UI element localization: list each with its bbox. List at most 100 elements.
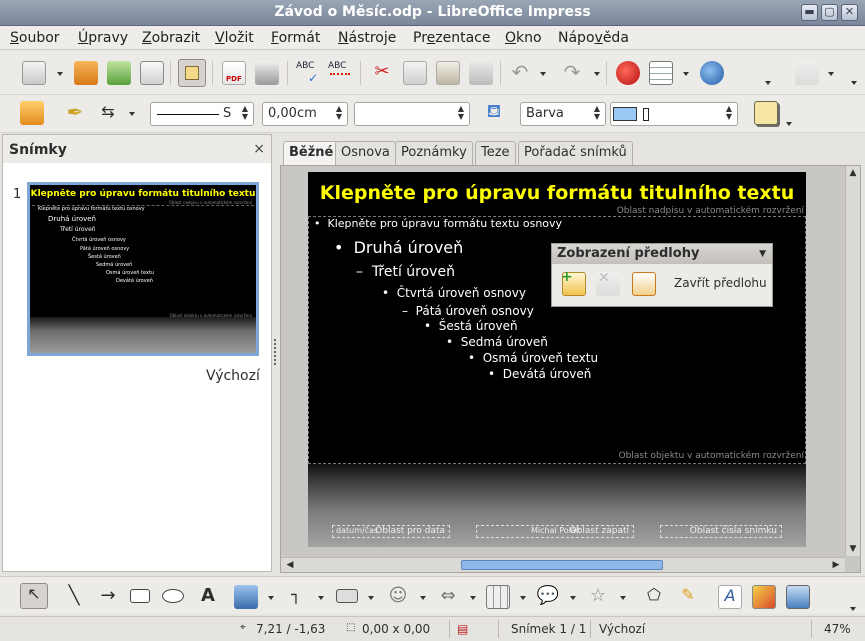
arrow-style-icon[interactable]: ⇆ bbox=[96, 101, 120, 125]
menu-vlozit[interactable]: Vložit bbox=[215, 30, 254, 46]
slide-canvas[interactable]: Klepněte pro úpravu formátu titulního te… bbox=[308, 172, 806, 547]
vertical-scrollbar[interactable]: ▲ ▼ bbox=[845, 166, 860, 556]
scroll-right-icon[interactable]: ▶ bbox=[829, 558, 843, 572]
scroll-down-icon[interactable]: ▼ bbox=[846, 542, 860, 556]
redo-dropdown-arrow[interactable] bbox=[594, 72, 600, 76]
menu-napoveda[interactable]: Nápověda bbox=[558, 30, 629, 46]
line-icon[interactable]: ✒ bbox=[63, 101, 87, 125]
export-pdf-icon[interactable]: PDF bbox=[222, 61, 246, 85]
drawbar-overflow-arrow[interactable] bbox=[850, 607, 856, 611]
curve-dropdown[interactable] bbox=[268, 596, 274, 600]
save-icon[interactable] bbox=[107, 61, 131, 85]
line-style-select[interactable]: S ▲ ▼ bbox=[150, 102, 254, 126]
maximize-button[interactable]: ▢ bbox=[821, 4, 838, 21]
curve-icon[interactable] bbox=[234, 585, 258, 609]
toolbar3-overflow-arrow[interactable] bbox=[786, 122, 792, 126]
slide-thumbnail[interactable]: Klepněte pro úpravu formátu titulního te… bbox=[27, 182, 259, 356]
symbol-shapes-icon[interactable]: ☺ bbox=[386, 585, 410, 609]
ellipse-icon[interactable] bbox=[162, 589, 184, 603]
points-icon[interactable]: ⬠ bbox=[642, 585, 666, 609]
new-master-icon[interactable]: + bbox=[561, 269, 586, 296]
slide-title[interactable]: Klepněte pro úpravu formátu titulního te… bbox=[308, 182, 806, 204]
tab-poradac-snimku[interactable]: Pořadač snímků bbox=[518, 141, 633, 165]
area-color-select[interactable]: ▲ ▼ bbox=[610, 102, 738, 126]
rectangle-icon[interactable] bbox=[130, 589, 150, 603]
edit-mode-icon[interactable] bbox=[178, 59, 206, 87]
tab-osnova[interactable]: Osnova bbox=[335, 141, 396, 165]
line-tool-icon[interactable]: ╲ bbox=[62, 585, 86, 609]
scroll-left-icon[interactable]: ◀ bbox=[283, 558, 297, 572]
close-pane-icon[interactable]: × bbox=[253, 141, 265, 157]
horizontal-scroll-thumb[interactable] bbox=[461, 560, 663, 570]
zoom-level[interactable]: 47% bbox=[824, 622, 851, 636]
autospellcheck-icon[interactable]: ABC bbox=[328, 61, 352, 85]
menu-nastroje[interactable]: Nástroje bbox=[338, 30, 396, 46]
undo-dropdown-arrow[interactable] bbox=[540, 72, 546, 76]
block-arrows-dropdown[interactable] bbox=[470, 596, 476, 600]
document-modified-icon[interactable]: ▤ bbox=[457, 622, 468, 636]
select-icon[interactable]: ↖ bbox=[20, 583, 48, 609]
stars-icon[interactable]: ☆ bbox=[586, 585, 610, 609]
new-dropdown-arrow[interactable] bbox=[57, 72, 63, 76]
table-dropdown-arrow[interactable] bbox=[683, 72, 689, 76]
insert-image-icon[interactable] bbox=[752, 585, 776, 609]
menu-upravy[interactable]: Úpravy bbox=[78, 30, 128, 46]
flowchart-dropdown[interactable] bbox=[520, 596, 526, 600]
clone-formatting-icon[interactable] bbox=[469, 61, 493, 85]
open-icon[interactable] bbox=[74, 61, 98, 85]
connector-icon[interactable]: ┐ bbox=[284, 585, 308, 609]
rename-master-icon[interactable] bbox=[632, 272, 656, 296]
close-window-button[interactable]: ✕ bbox=[841, 4, 858, 21]
redo-icon[interactable]: ↷ bbox=[560, 61, 584, 85]
close-master-view-button[interactable]: Zavřít předlohu bbox=[674, 276, 767, 290]
block-arrows-icon[interactable]: ⇔ bbox=[436, 585, 460, 609]
tab-bezne[interactable]: Běžné bbox=[283, 141, 340, 165]
delete-master-icon[interactable]: ✕ bbox=[596, 270, 620, 296]
menu-prezentace[interactable]: Prezentace bbox=[413, 30, 491, 46]
menu-format[interactable]: Formát bbox=[271, 30, 320, 46]
basic-shapes-icon[interactable] bbox=[336, 589, 358, 603]
extrusion-icon[interactable] bbox=[786, 585, 810, 609]
area-style-select[interactable]: Barva ▲ ▼ bbox=[520, 102, 606, 126]
paste-icon[interactable] bbox=[436, 61, 460, 85]
line-width-field[interactable]: 0,00cm ▲ ▼ bbox=[262, 102, 348, 126]
cut-icon[interactable]: ✂ bbox=[370, 61, 394, 85]
connector-dropdown[interactable] bbox=[318, 596, 324, 600]
callouts-icon[interactable]: 💬 bbox=[536, 585, 560, 609]
new-document-icon[interactable] bbox=[22, 61, 46, 85]
toolbar-overflow-arrow[interactable] bbox=[765, 81, 771, 85]
callouts-dropdown[interactable] bbox=[570, 596, 576, 600]
area-fill-icon[interactable]: ⛾ bbox=[482, 101, 506, 125]
footer-area-box[interactable]: Michal Polák Oblast zápatí bbox=[476, 525, 634, 538]
basic-shapes-dropdown[interactable] bbox=[368, 596, 374, 600]
text-icon[interactable]: A bbox=[196, 585, 220, 609]
menu-soubor[interactable]: Soubor bbox=[10, 30, 60, 46]
pane-splitter[interactable] bbox=[272, 134, 280, 572]
line-arrow-icon[interactable]: → bbox=[96, 585, 120, 609]
date-area-box[interactable]: datum/čas Oblast pro data bbox=[332, 525, 450, 538]
arrow-style-dropdown[interactable] bbox=[129, 112, 135, 116]
shadow-icon[interactable] bbox=[754, 101, 778, 125]
slide-number-area-box[interactable]: Oblast čísla snímku bbox=[660, 525, 782, 538]
fontwork-icon[interactable]: A bbox=[718, 585, 742, 609]
spellcheck-icon[interactable]: ABC ✓ bbox=[296, 61, 320, 85]
table-icon[interactable] bbox=[649, 61, 673, 85]
glue-points-icon[interactable]: ✎ bbox=[676, 585, 700, 609]
print-icon[interactable] bbox=[255, 61, 279, 85]
toolbar2-overflow-arrow[interactable] bbox=[851, 81, 857, 85]
copy-icon[interactable] bbox=[403, 61, 427, 85]
scroll-up-icon[interactable]: ▲ bbox=[846, 166, 860, 180]
update-dropdown-arrow[interactable] bbox=[828, 72, 834, 76]
chart-icon[interactable] bbox=[616, 61, 640, 85]
styles-icon[interactable] bbox=[20, 101, 44, 125]
navigator-icon[interactable] bbox=[700, 61, 724, 85]
stars-dropdown[interactable] bbox=[620, 596, 626, 600]
undo-icon[interactable]: ↶ bbox=[508, 61, 532, 85]
tab-teze[interactable]: Teze bbox=[475, 141, 516, 165]
menu-zobrazit[interactable]: Zobrazit bbox=[142, 30, 200, 46]
symbol-shapes-dropdown[interactable] bbox=[420, 596, 426, 600]
horizontal-scrollbar[interactable]: ◀ ▶ bbox=[281, 557, 845, 572]
flowchart-icon[interactable] bbox=[486, 585, 510, 609]
update-icon[interactable] bbox=[795, 61, 819, 85]
minimize-button[interactable]: ▬ bbox=[801, 4, 818, 21]
